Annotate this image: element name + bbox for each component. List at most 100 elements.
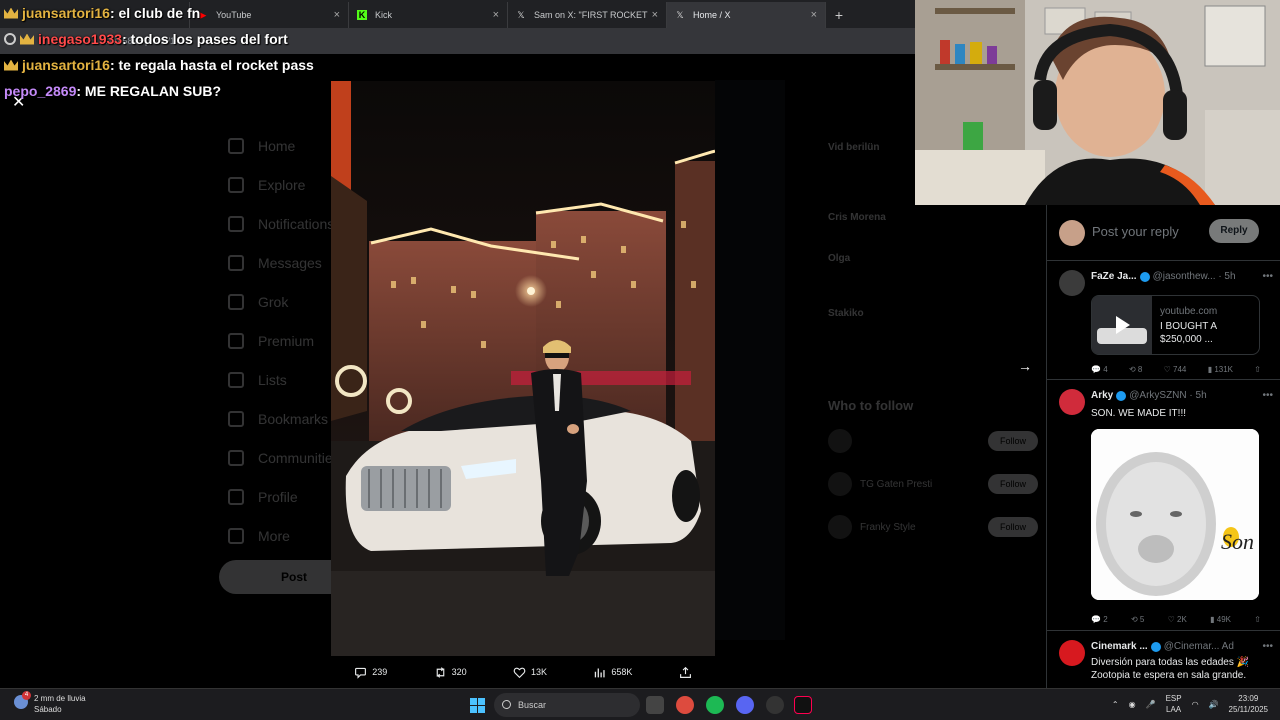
sidebar-item-notifications[interactable]: Notifications xyxy=(228,216,334,232)
avatar xyxy=(828,429,852,453)
trend-item[interactable]: Olga xyxy=(828,253,850,264)
clock[interactable]: 23:09 25/11/2025 xyxy=(1229,693,1268,715)
like-action[interactable]: ♡ 2K xyxy=(1168,615,1187,624)
author-name[interactable]: Arky xyxy=(1091,390,1113,401)
weather-day: Sábado xyxy=(34,705,62,714)
heart-icon xyxy=(513,667,526,678)
wifi-icon[interactable]: ◠ xyxy=(1192,700,1199,709)
sidebar-item-home[interactable]: Home xyxy=(228,138,295,154)
tweet-text: Diversión para todas las edades 🎉 xyxy=(1091,657,1250,668)
new-tab-button[interactable]: + xyxy=(826,2,852,28)
like-action[interactable]: ♡ 744 xyxy=(1164,365,1187,374)
tweet-image[interactable]: Son xyxy=(1091,429,1259,600)
avatar[interactable] xyxy=(1059,640,1085,666)
reply-tweet[interactable]: Arky @ArkySZNN · 5h ••• SON. WE MADE IT!… xyxy=(1047,381,1280,631)
like-action[interactable]: 13K xyxy=(513,666,547,679)
sidebar-item-lists[interactable]: Lists xyxy=(228,372,287,388)
repost-action[interactable]: ⟲ 8 xyxy=(1129,365,1142,374)
tab-youtube[interactable]: ▶ YouTube × xyxy=(190,2,349,28)
network-icon[interactable]: ◉ xyxy=(1129,700,1136,709)
home-icon xyxy=(228,138,244,154)
tab-sam-on-x[interactable]: 𝕏 Sam on X: "FIRST ROCKET LEAG × xyxy=(508,2,667,28)
chrome-icon[interactable] xyxy=(676,696,694,714)
photo-action-bar: 239 320 13K 658K xyxy=(331,660,715,684)
like-count: 744 xyxy=(1173,365,1187,374)
views-action[interactable]: 658K xyxy=(593,666,632,679)
reply-tweet[interactable]: FaZe Ja... @jasonthew... · 5h ••• youtub… xyxy=(1047,262,1280,380)
sidebar-item-more[interactable]: More xyxy=(228,528,290,544)
post-photo[interactable] xyxy=(331,81,715,656)
trend-item[interactable]: Cris Morena xyxy=(828,212,886,223)
repost-count: 5 xyxy=(1139,615,1145,624)
sidebar-item-messages[interactable]: Messages xyxy=(228,255,322,271)
reply-input[interactable]: Post your reply xyxy=(1092,224,1179,239)
sidebar-item-grok[interactable]: Grok xyxy=(228,294,288,310)
views-action[interactable]: ▮ 49K xyxy=(1210,615,1231,624)
sidebar-item-premium[interactable]: Premium xyxy=(228,333,314,349)
repost-action[interactable]: 320 xyxy=(434,666,467,679)
repost-action[interactable]: ⟲ 5 xyxy=(1131,615,1144,624)
replies-column: Post your reply Reply FaZe Ja... @jasont… xyxy=(1046,205,1280,688)
task-view-icon[interactable] xyxy=(646,696,664,714)
tweet-image-illustration: Son xyxy=(1091,429,1259,600)
sidebar-item-communities[interactable]: Communities xyxy=(228,450,340,466)
obs-icon[interactable] xyxy=(766,696,784,714)
chat-text: : te regala hasta el rocket pass xyxy=(109,57,314,73)
follow-suggestion: TG Gaten Presti Follow xyxy=(828,469,1038,499)
webcam-illustration xyxy=(915,0,1280,205)
follow-button[interactable]: Follow xyxy=(988,517,1038,537)
sidebar-item-profile[interactable]: Profile xyxy=(228,489,298,505)
language-indicator[interactable]: ESP LAA xyxy=(1166,693,1182,715)
tiktok-icon[interactable] xyxy=(794,696,812,714)
views-action[interactable]: ▮ 131K xyxy=(1208,365,1233,374)
person-icon xyxy=(228,489,244,505)
language-code: ESP xyxy=(1165,694,1182,703)
sidebar-label: Messages xyxy=(258,255,322,271)
share-icon[interactable]: ⇧ xyxy=(1254,365,1261,374)
like-count: 13K xyxy=(531,667,548,677)
mail-icon xyxy=(228,255,244,271)
share-icon[interactable]: ⇧ xyxy=(1254,615,1261,624)
discord-icon[interactable] xyxy=(736,696,754,714)
link-card[interactable]: youtube.com I BOUGHT A $250,000 ... xyxy=(1091,295,1260,355)
more-options-icon[interactable]: ••• xyxy=(1262,641,1273,652)
spotify-icon[interactable] xyxy=(706,696,724,714)
chevron-up-icon[interactable]: ⌃ xyxy=(1112,700,1119,709)
trend-item[interactable]: Stakiko xyxy=(828,308,864,319)
grok-icon xyxy=(228,294,244,310)
reply-action[interactable]: 💬 4 xyxy=(1091,365,1108,374)
author-name[interactable]: Cinemark ... xyxy=(1091,641,1148,652)
sidebar-label: More xyxy=(258,528,290,544)
reply-button[interactable]: Reply xyxy=(1209,219,1259,243)
windows-start-icon[interactable] xyxy=(470,698,485,713)
more-options-icon[interactable]: ••• xyxy=(1262,390,1273,401)
x-logo-icon: 𝕏 xyxy=(676,10,684,20)
tab-kick[interactable]: K Kick × xyxy=(349,2,508,28)
sidebar-label: Lists xyxy=(258,372,287,388)
more-options-icon[interactable]: ••• xyxy=(1262,271,1273,282)
view-count: 131K xyxy=(1214,365,1233,374)
avatar[interactable] xyxy=(1059,389,1085,415)
close-tab-icon[interactable]: × xyxy=(652,9,658,21)
close-tab-icon[interactable]: × xyxy=(811,9,817,21)
close-tab-icon[interactable]: × xyxy=(493,9,499,21)
sidebar-item-explore[interactable]: Explore xyxy=(228,177,305,193)
trend-item[interactable]: Vid berilün xyxy=(828,142,880,153)
sidebar-item-bookmarks[interactable]: Bookmarks xyxy=(228,411,328,427)
author-name[interactable]: FaZe Ja... xyxy=(1091,271,1137,282)
follow-button[interactable]: Follow xyxy=(988,474,1038,494)
share-action[interactable] xyxy=(679,666,692,679)
suggestion-name: Franky Style xyxy=(860,521,916,533)
avatar[interactable] xyxy=(1059,270,1085,296)
taskbar-search[interactable]: Buscar xyxy=(494,693,640,717)
microphone-icon[interactable]: 🎤 xyxy=(1146,700,1156,709)
trend-name: Stakiko xyxy=(828,308,864,319)
reply-action[interactable]: 💬 2 xyxy=(1091,615,1108,624)
close-tab-icon[interactable]: × xyxy=(334,9,340,21)
follow-button[interactable]: Follow xyxy=(988,431,1038,451)
ad-tweet[interactable]: Cinemark ... @Cinemar... Ad ••• Diversió… xyxy=(1047,632,1280,688)
reply-action[interactable]: 239 xyxy=(354,666,387,679)
volume-icon[interactable]: 🔊 xyxy=(1209,700,1219,709)
tab-home-x[interactable]: 𝕏 Home / X × xyxy=(667,2,826,28)
next-photo-arrow-icon[interactable]: → xyxy=(1018,358,1032,374)
